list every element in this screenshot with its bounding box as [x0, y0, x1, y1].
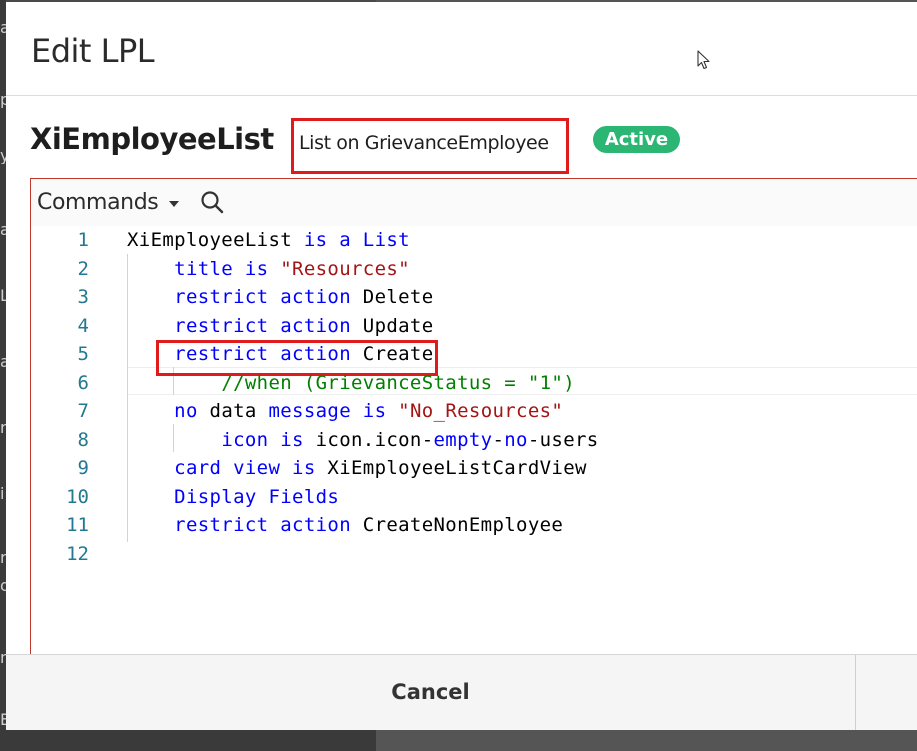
line-text: no data message is "No_Resources" [127, 397, 563, 425]
line-text: icon is icon.icon-empty-no-users [127, 426, 599, 454]
code-token: "No_Resources" [398, 400, 564, 422]
code-token: Display Fields [174, 486, 340, 508]
code-line[interactable]: 7 no data message is "No_Resources" [31, 397, 917, 425]
code-token: restrict action [174, 514, 363, 536]
code-token: XiEmployeeList [127, 229, 304, 251]
code-line[interactable]: 2 title is "Resources" [31, 255, 917, 283]
code-token: card view is [174, 457, 328, 479]
code-token: CreateNonEmployee [362, 514, 564, 536]
code-text-area[interactable]: 1 XiEmployeeList is a List 2 title is "Res… [31, 226, 917, 656]
code-token: XiEmployeeListCardView [327, 457, 587, 479]
line-text: restrict action CreateNonEmployee [127, 511, 563, 539]
code-token: message is [268, 400, 399, 422]
code-token: restrict action [174, 315, 363, 337]
code-line[interactable]: 6 //when (GrievanceStatus = "1") [31, 369, 917, 397]
code-token: data [209, 400, 269, 422]
mouse-pointer-icon [697, 50, 710, 70]
code-line[interactable]: 3 restrict action Delete [31, 283, 917, 311]
line-text: Display Fields [127, 483, 339, 511]
line-text: //when (GrievanceStatus = "1") [127, 369, 575, 397]
code-line[interactable]: 11 restrict action CreateNonEmployee [31, 511, 917, 539]
code-token: restrict action [174, 343, 363, 365]
entity-name: XiEmployeeList [30, 122, 274, 156]
line-number: 2 [77, 258, 89, 280]
code-token: title is [174, 258, 281, 280]
line-text: title is "Resources" [127, 255, 410, 283]
line-text: XiEmployeeList is a List [127, 226, 410, 254]
line-number: 4 [77, 315, 89, 337]
line-text: card view is XiEmployeeListCardView [127, 454, 587, 482]
code-editor: Commands 1 XiEmployeeList is a List 2 titl… [30, 178, 917, 656]
backdrop-bottom-right [376, 729, 917, 751]
code-line[interactable]: 9 card view is XiEmployeeListCardView [31, 454, 917, 482]
code-token: "Resources" [280, 258, 410, 280]
entity-subtitle: List on GrievanceEmployee [299, 132, 549, 154]
code-token: no [174, 400, 210, 422]
caret-down-icon [169, 201, 180, 207]
dialog-header: Edit LPL [6, 2, 917, 96]
code-token: -users [527, 429, 599, 451]
code-token: is a List [303, 229, 410, 251]
code-token: icon is [221, 429, 316, 451]
code-token: Update [362, 315, 434, 337]
commands-label: Commands [37, 189, 159, 215]
line-number: 10 [66, 486, 89, 508]
code-token: - [492, 429, 505, 451]
line-number: 7 [77, 400, 89, 422]
line-number: 3 [77, 286, 89, 308]
status-badge: Active [593, 126, 680, 153]
dialog-footer: Cancel [6, 654, 917, 730]
code-token: icon.icon- [315, 429, 434, 451]
code-line[interactable]: 1 XiEmployeeList is a List [31, 226, 917, 254]
code-token: Delete [362, 286, 434, 308]
line-number: 11 [66, 514, 89, 536]
code-token: empty [433, 429, 493, 451]
code-line[interactable]: 8 icon is icon.icon-empty-no-users [31, 426, 917, 454]
editor-toolbar: Commands [31, 179, 917, 226]
code-line[interactable]: 4 restrict action Update [31, 312, 917, 340]
line-number: 8 [77, 429, 89, 451]
code-line[interactable]: 5 restrict action Create [31, 340, 917, 368]
code-line[interactable]: 10 Display Fields [31, 483, 917, 511]
code-token: no [504, 429, 528, 451]
line-number: 1 [77, 229, 89, 251]
line-number: 9 [77, 457, 89, 479]
line-text: restrict action Update [127, 312, 434, 340]
code-token: Create [362, 343, 434, 365]
edit-lpl-dialog: Edit LPL XiEmployeeList List on Grievanc… [6, 2, 917, 730]
line-text: restrict action Create [127, 340, 434, 368]
commands-dropdown[interactable]: Commands [37, 187, 180, 217]
cancel-button[interactable]: Cancel [6, 655, 855, 730]
line-text: restrict action Delete [127, 283, 434, 311]
code-token: //when (GrievanceStatus = "1") [221, 372, 575, 394]
code-token: restrict action [174, 286, 363, 308]
dialog-title: Edit LPL [31, 32, 155, 70]
line-number: 5 [77, 343, 89, 365]
search-icon[interactable] [199, 189, 225, 215]
code-line[interactable]: 12 [31, 540, 917, 568]
line-number: 12 [66, 543, 89, 565]
footer-secondary-button[interactable] [856, 655, 917, 730]
line-number: 6 [77, 372, 89, 394]
